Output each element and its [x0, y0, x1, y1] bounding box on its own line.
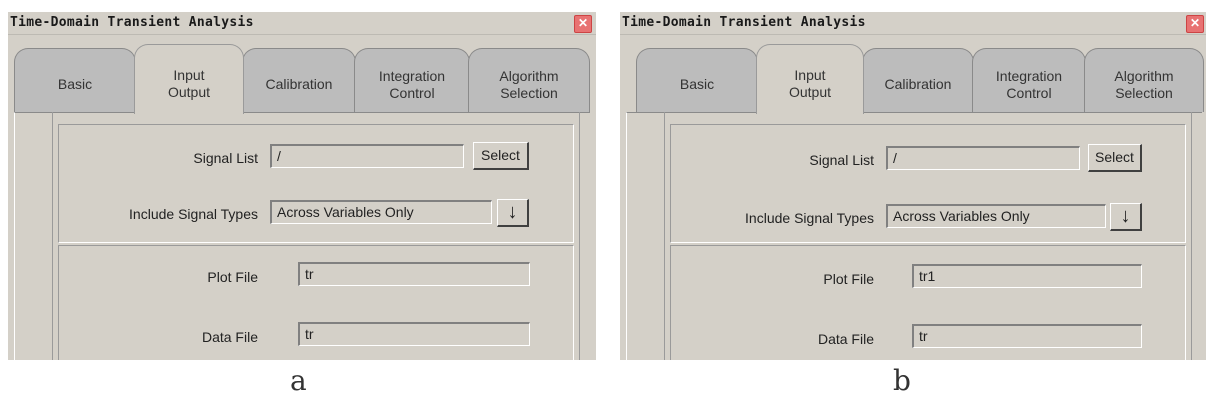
- caption-a: a: [290, 364, 307, 397]
- tab-label: Input Output: [788, 66, 832, 100]
- tab-calibration[interactable]: Calibration: [242, 48, 356, 112]
- tab-label: Basic: [57, 76, 93, 92]
- window-title: Time-Domain Transient Analysis: [622, 15, 866, 30]
- tab-algorithm-selection[interactable]: Algorithm Selection: [1084, 48, 1204, 112]
- dialog-window-b: Time-Domain Transient Analysis ✕ Basic I…: [620, 12, 1206, 360]
- data-file-label: Data File: [201, 329, 258, 345]
- include-signal-types-select[interactable]: Across Variables Only: [886, 204, 1106, 228]
- tab-integration-control[interactable]: Integration Control: [972, 48, 1086, 112]
- window-title: Time-Domain Transient Analysis: [10, 15, 254, 30]
- tab-label: Input Output: [167, 66, 211, 100]
- data-file-label: Data File: [817, 331, 874, 347]
- tab-basic[interactable]: Basic: [14, 48, 136, 112]
- close-icon[interactable]: ✕: [1186, 15, 1204, 33]
- tab-input-output[interactable]: Input Output: [134, 44, 244, 114]
- divider: [52, 112, 53, 360]
- tab-label: Algorithm Selection: [499, 67, 559, 101]
- tab-label: Calibration: [265, 76, 333, 92]
- include-signal-types-select[interactable]: Across Variables Only: [270, 200, 492, 224]
- divider: [664, 112, 665, 360]
- data-file-input[interactable]: tr: [298, 322, 530, 346]
- title-bar[interactable]: Time-Domain Transient Analysis ✕: [620, 12, 1206, 35]
- title-bar[interactable]: Time-Domain Transient Analysis ✕: [8, 12, 596, 35]
- tab-label: Algorithm Selection: [1114, 67, 1174, 101]
- tab-label: Integration Control: [995, 67, 1063, 101]
- plot-file-input[interactable]: tr: [298, 262, 530, 286]
- signal-list-input[interactable]: /: [886, 146, 1080, 170]
- data-file-input[interactable]: tr: [912, 324, 1142, 348]
- divider: [579, 112, 580, 360]
- tab-label: Integration Control: [378, 67, 446, 101]
- tab-calibration[interactable]: Calibration: [862, 48, 974, 112]
- signal-list-label: Signal List: [809, 152, 874, 168]
- signal-list-input[interactable]: /: [270, 144, 464, 168]
- include-signal-types-label: Include Signal Types: [129, 206, 258, 222]
- plot-file-input[interactable]: tr1: [912, 264, 1142, 288]
- plot-file-label: Plot File: [823, 271, 874, 287]
- select-button[interactable]: Select: [1088, 144, 1142, 172]
- dropdown-arrow-icon[interactable]: ↓: [497, 199, 529, 227]
- select-button[interactable]: Select: [473, 142, 529, 170]
- tab-label: Calibration: [884, 76, 952, 92]
- dropdown-arrow-icon[interactable]: ↓: [1110, 203, 1142, 231]
- tab-basic[interactable]: Basic: [636, 48, 758, 112]
- close-icon[interactable]: ✕: [574, 15, 592, 33]
- include-signal-types-label: Include Signal Types: [745, 210, 874, 226]
- tab-integration-control[interactable]: Integration Control: [354, 48, 470, 112]
- signal-list-label: Signal List: [193, 150, 258, 166]
- plot-file-label: Plot File: [207, 269, 258, 285]
- tab-algorithm-selection[interactable]: Algorithm Selection: [468, 48, 590, 112]
- divider: [1191, 112, 1192, 360]
- tab-input-output[interactable]: Input Output: [756, 44, 864, 114]
- tab-label: Basic: [679, 76, 715, 92]
- dialog-window-a: Time-Domain Transient Analysis ✕ Basic I…: [8, 12, 596, 360]
- caption-b: b: [893, 364, 911, 397]
